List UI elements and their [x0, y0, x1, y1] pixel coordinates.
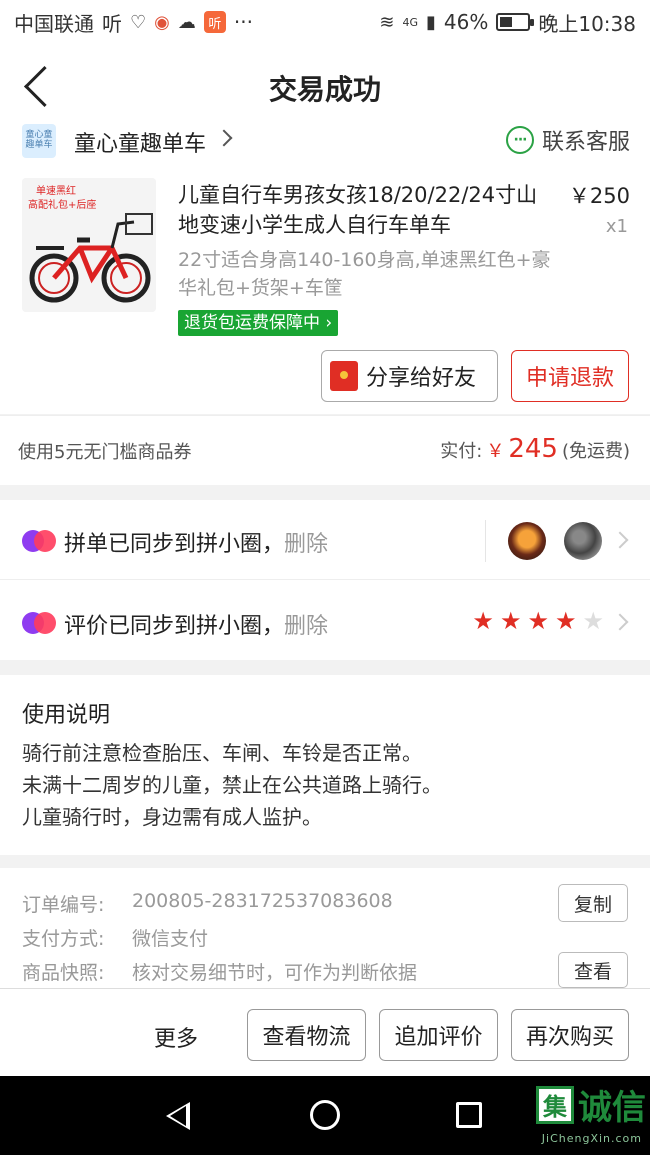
avatar — [508, 522, 546, 560]
contact-service-button[interactable]: ··· 联系客服 — [505, 124, 630, 156]
product-spec: 22寸适合身高140-160身高,单速黑红色+豪华礼包+货架+车筐 — [178, 249, 551, 299]
usage-title: 使用说明 — [22, 703, 111, 728]
snapshot-row: 商品快照: 核对交易细节时，可作为判断依据 — [22, 958, 417, 985]
listen-app-icon: 听 — [203, 11, 226, 33]
chat-bubble-icon: ··· — [505, 126, 534, 154]
share-button[interactable]: 分享给好友 — [321, 350, 498, 402]
bottom-action-bar: 更多 查看物流 追加评价 再次购买 — [0, 988, 650, 1076]
review-sync-label: 评价已同步到拼小圈， — [64, 614, 285, 639]
battery-icon — [496, 13, 535, 31]
order-card: 童心童趣单车 童心童趣单车 ··· 联系客服 单速黑红 高配礼包+后座 儿童自行… — [0, 118, 650, 414]
page-title: 交易成功 — [268, 73, 381, 106]
watermark-mark: 集 — [536, 1085, 574, 1124]
order-number-label: 订单编号: — [22, 894, 105, 916]
watermark-logo: 集 诚信 — [536, 1080, 646, 1129]
view-logistics-button[interactable]: 查看物流 — [247, 1009, 366, 1061]
buy-again-button[interactable]: 再次购买 — [511, 1009, 629, 1061]
shop-logo: 童心童趣单车 — [22, 124, 56, 158]
weibo-icon: ◉ — [154, 11, 170, 33]
divider — [485, 520, 486, 562]
snapshot-desc: 核对交易细节时，可作为判断依据 — [132, 962, 418, 984]
star-icon: ★ — [499, 607, 522, 635]
usage-line: 儿童骑行时，身边需有成人监护。 — [22, 805, 322, 829]
payment-row: 使用5元无门槛商品券 实付: ￥ 245 (免运费) — [0, 415, 650, 485]
product-quantity: x1 — [605, 216, 628, 237]
order-sync-label: 拼单已同步到拼小圈， — [64, 532, 285, 557]
wifi-icon: ≋ — [379, 11, 395, 33]
coupon-used: 使用5元无门槛商品券 — [18, 442, 192, 463]
product-title[interactable]: 儿童自行车男孩女孩18/20/22/24寸山地变速小学生成人自行车单车 — [178, 180, 548, 240]
chevron-right-icon — [215, 129, 233, 147]
rating-stars: ★ ★ ★ ★ ★ — [472, 608, 604, 634]
return-shipping-guarantee-badge[interactable]: 退货包运费保障中 › — [178, 310, 339, 336]
wechat-icon: ☁ — [177, 11, 196, 33]
product-image[interactable]: 单速黑红 高配礼包+后座 — [22, 178, 156, 312]
star-icon: ★ — [527, 607, 549, 635]
nav-recents-icon[interactable] — [456, 1102, 482, 1128]
image-caption-2: 高配礼包+后座 — [28, 198, 96, 211]
heart-rate-icon: ♡ — [130, 11, 147, 33]
pinxiaoquan-icon — [22, 612, 56, 634]
order-number: 200805-283172537083608 — [132, 890, 393, 912]
red-envelope-icon — [330, 361, 358, 391]
more-notifications-icon: ··· — [233, 10, 253, 34]
order-info-card: 订单编号: 200805-283172537083608 复制 支付方式: 微信… — [0, 868, 650, 988]
network-type: 4G — [402, 15, 418, 29]
order-sync-row[interactable]: 拼单已同步到拼小圈，删除 — [0, 500, 650, 580]
carrier-label: 中国联通 — [14, 11, 94, 36]
clock: 晚上10:38 — [538, 11, 636, 36]
product-price: ￥250 — [568, 184, 630, 208]
shipping-note: (免运费) — [561, 441, 630, 462]
refund-button[interactable]: 申请退款 — [511, 350, 629, 402]
star-icon: ★ — [472, 607, 494, 635]
page-header: 交易成功 — [0, 44, 650, 128]
order-number-row: 订单编号: 200805-283172537083608 — [22, 890, 393, 917]
avatar-group — [508, 522, 602, 560]
currency-symbol: ￥ — [486, 441, 505, 462]
add-review-button[interactable]: 追加评价 — [379, 1009, 498, 1061]
copy-order-number-button[interactable]: 复制 — [558, 884, 628, 922]
sync-card: 拼单已同步到拼小圈，删除 评价已同步到拼小圈，删除 ★ ★ ★ ★ ★ — [0, 500, 650, 660]
star-icon: ★ — [582, 607, 604, 635]
status-bar: 中国联通 听 ♡ ◉ ☁ 听 ··· ≋ 4G ▮ 46% 晚上10:38 — [0, 0, 650, 44]
usage-line: 未满十二周岁的儿童，禁止在公共道路上骑行。 — [22, 773, 442, 797]
chevron-right-icon — [611, 613, 629, 631]
bicycle-image: 单速黑红 高配礼包+后座 — [22, 178, 156, 312]
shop-name[interactable]: 童心童趣单车 — [74, 126, 206, 158]
usage-instructions-card: 使用说明 骑行前注意检查胎压、车闸、车铃是否正常。 未满十二周岁的儿童，禁止在公… — [0, 675, 650, 855]
contact-service-label: 联系客服 — [541, 130, 630, 155]
usage-line: 骑行前注意检查胎压、车闸、车铃是否正常。 — [22, 741, 422, 765]
more-button[interactable]: 更多 — [154, 1021, 198, 1053]
chevron-right-icon — [611, 531, 629, 549]
payment-method-row: 支付方式: 微信支付 — [22, 924, 208, 951]
paid-amount: 实付: ￥ 245 (免运费) — [440, 434, 630, 464]
view-snapshot-button[interactable]: 查看 — [558, 952, 628, 988]
review-sync-row[interactable]: 评价已同步到拼小圈，删除 ★ ★ ★ ★ ★ — [0, 582, 650, 662]
payment-method-label: 支付方式: — [22, 928, 105, 950]
pinxiaoquan-icon — [22, 530, 56, 552]
watermark-url: JiChengXin.com — [541, 1132, 642, 1145]
image-caption-1: 单速黑红 — [36, 184, 76, 197]
nav-home-icon[interactable] — [310, 1100, 340, 1130]
payment-method: 微信支付 — [132, 928, 209, 950]
order-sync-text: 拼单已同步到拼小圈，删除 — [64, 526, 328, 558]
review-sync-delete-link[interactable]: 删除 — [284, 614, 328, 639]
paid-value: 245 — [508, 434, 558, 464]
share-label: 分享给好友 — [366, 366, 477, 391]
nav-back-icon[interactable] — [166, 1102, 190, 1130]
battery-percent: 46% — [443, 10, 489, 34]
star-icon: ★ — [554, 607, 577, 635]
carrier-app-icon: 听 — [102, 11, 122, 36]
usage-lines: 骑行前注意检查胎压、车闸、车铃是否正常。 未满十二周岁的儿童，禁止在公共道路上骑… — [22, 737, 442, 833]
signal-icon: ▮ — [426, 11, 436, 33]
paid-label: 实付: — [440, 441, 483, 462]
review-sync-text: 评价已同步到拼小圈，删除 — [64, 608, 328, 640]
order-sync-delete-link[interactable]: 删除 — [284, 532, 328, 557]
avatar — [564, 522, 602, 560]
shop-row[interactable]: 童心童趣单车 童心童趣单车 ··· 联系客服 — [0, 118, 650, 162]
watermark-text: 诚信 — [578, 1088, 646, 1128]
snapshot-label: 商品快照: — [22, 962, 105, 984]
